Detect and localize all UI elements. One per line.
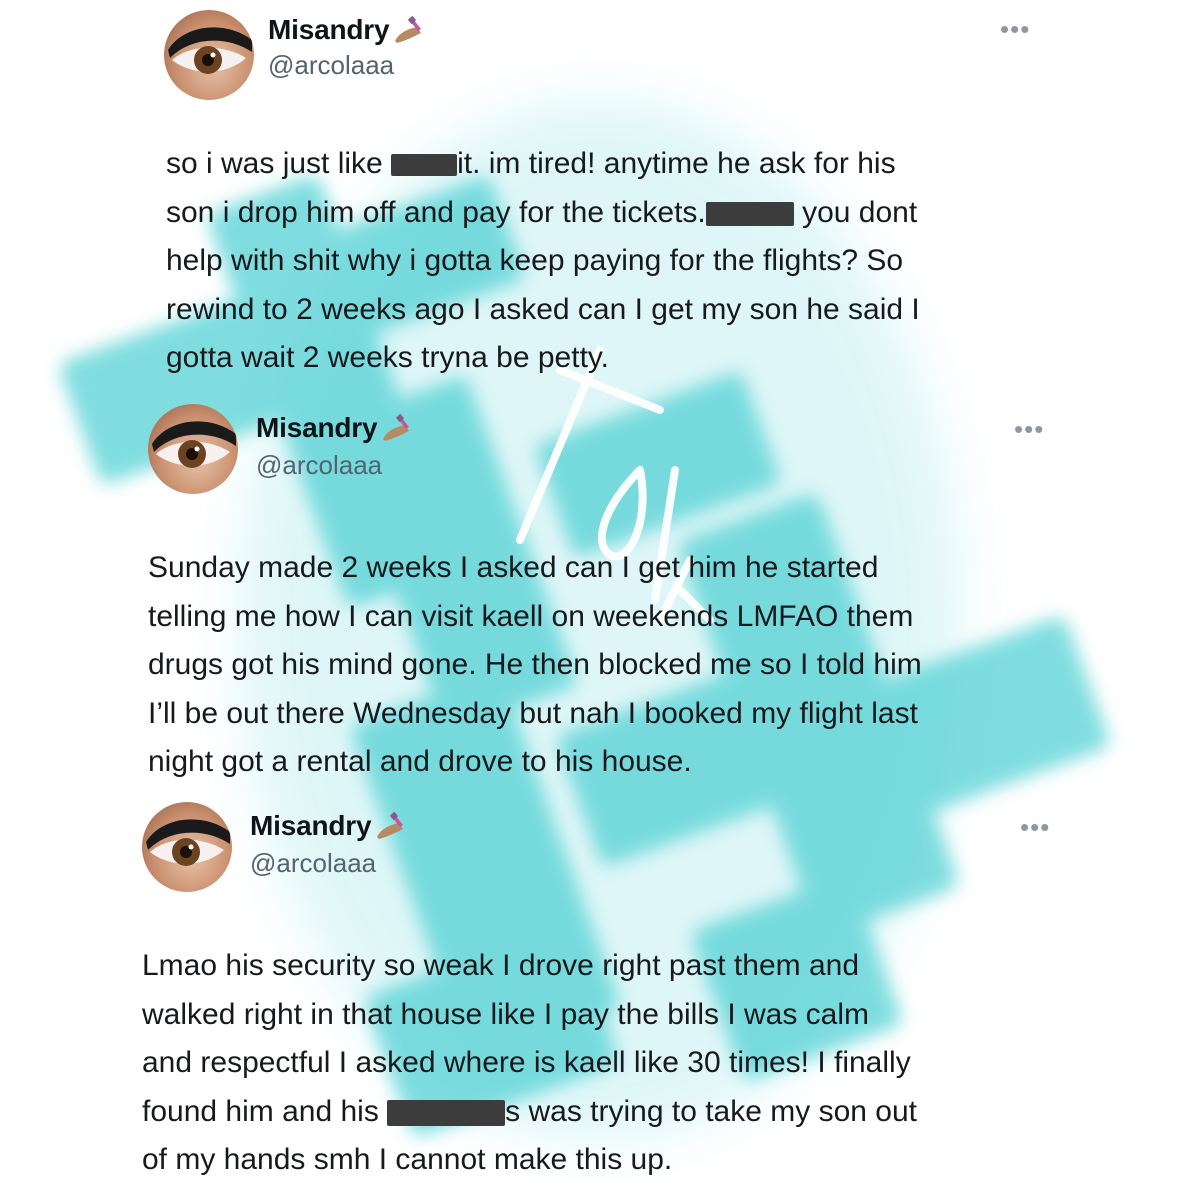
nail-polish-icon [373, 811, 407, 841]
tweet-text: Sunday made 2 weeks I asked can I get hi… [148, 544, 922, 787]
text-line: Lmao his security so weak I drove right … [142, 949, 860, 982]
tweet-text: so i was just like it. im tired! anytime… [166, 140, 920, 383]
text-line: drugs got his mind gone. He then blocked… [148, 648, 922, 681]
more-options-icon[interactable]: ••• [1014, 416, 1044, 442]
text-line: of my hands smh I cannot make this up. [142, 1143, 673, 1176]
display-name[interactable]: Misandry [256, 412, 378, 444]
text-line: night got a rental and drove to his hous… [148, 745, 692, 778]
text-line: help with shit why i gotta keep paying f… [166, 244, 904, 277]
text-line: walked right in that house like I pay th… [142, 997, 870, 1031]
avatar[interactable] [164, 10, 254, 100]
text-line: telling me how I can visit kaell on week… [148, 599, 914, 633]
text-line: rewind to 2 weeks ago I asked can I get … [166, 292, 920, 326]
text-line: I’ll be out there Wednesday but nah I bo… [148, 696, 918, 730]
display-name[interactable]: Misandry [250, 810, 372, 842]
redacted-word [387, 1099, 506, 1126]
handle[interactable]: @arcolaaa [250, 848, 376, 879]
more-options-icon[interactable]: ••• [1020, 814, 1050, 840]
nail-polish-icon [391, 15, 425, 45]
text-line: Sunday made 2 weeks I asked can I get hi… [148, 551, 879, 584]
avatar[interactable] [142, 802, 232, 892]
text-line: son i drop him off and pay for the ticke… [166, 195, 918, 229]
tweet-text: Lmao his security so weak I drove right … [142, 942, 917, 1185]
text-line: so i was just like it. im tired! anytime… [166, 147, 896, 180]
redacted-word [391, 154, 458, 177]
redacted-word [705, 201, 794, 226]
text-line: found him and his s was trying to take m… [142, 1094, 917, 1128]
text-line: gotta wait 2 weeks tryna be petty. [166, 341, 610, 374]
more-options-icon[interactable]: ••• [1000, 16, 1030, 42]
nail-polish-icon [379, 413, 413, 443]
display-name[interactable]: Misandry [268, 14, 390, 46]
text-line: and respectful I asked where is kaell li… [142, 1046, 911, 1079]
avatar[interactable] [148, 404, 238, 494]
handle[interactable]: @arcolaaa [268, 50, 394, 81]
handle[interactable]: @arcolaaa [256, 450, 382, 481]
